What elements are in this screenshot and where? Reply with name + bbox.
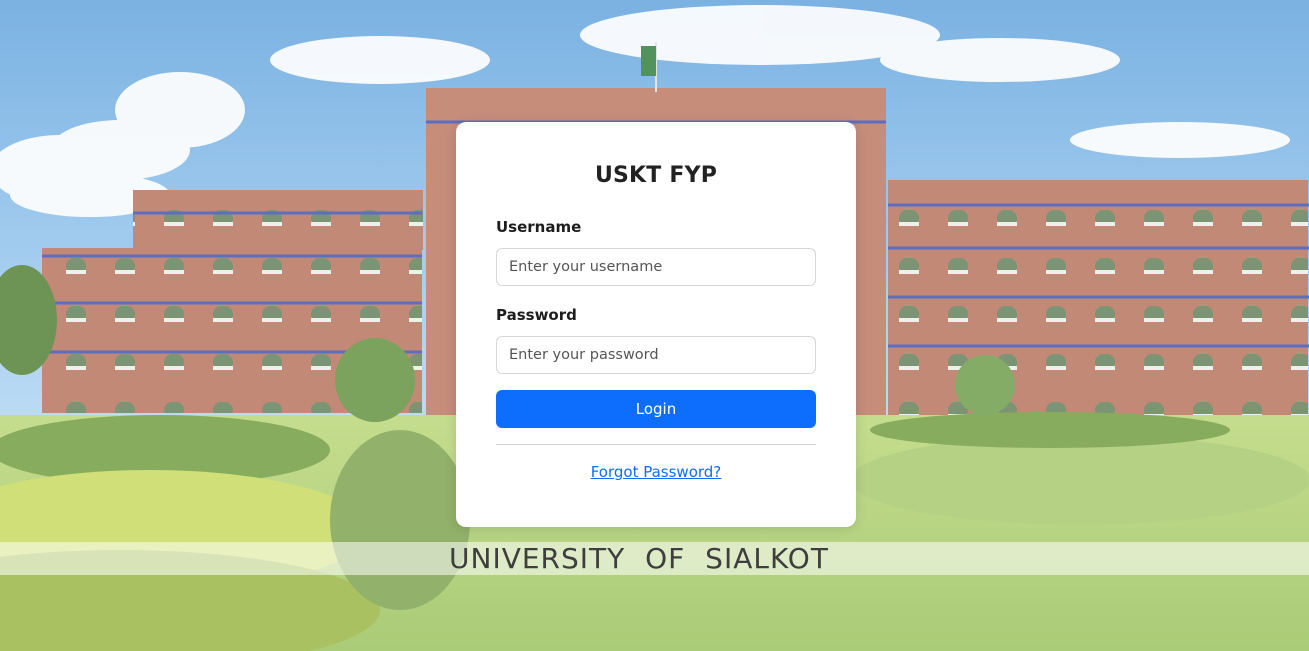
app-title: USKT FYP [594,163,718,188]
divider [496,444,816,445]
login-card: USKT FYP Username Password Login Forgot … [456,122,856,527]
password-label: Password [496,306,577,324]
login-button[interactable]: Login [496,390,816,428]
username-label: Username [496,218,582,236]
username-input[interactable] [496,248,816,286]
forgot-password-link[interactable]: Forgot Password? [496,462,816,482]
password-input[interactable] [496,336,816,374]
university-name: UNIVERSITY OF SIALKOT [449,542,829,575]
